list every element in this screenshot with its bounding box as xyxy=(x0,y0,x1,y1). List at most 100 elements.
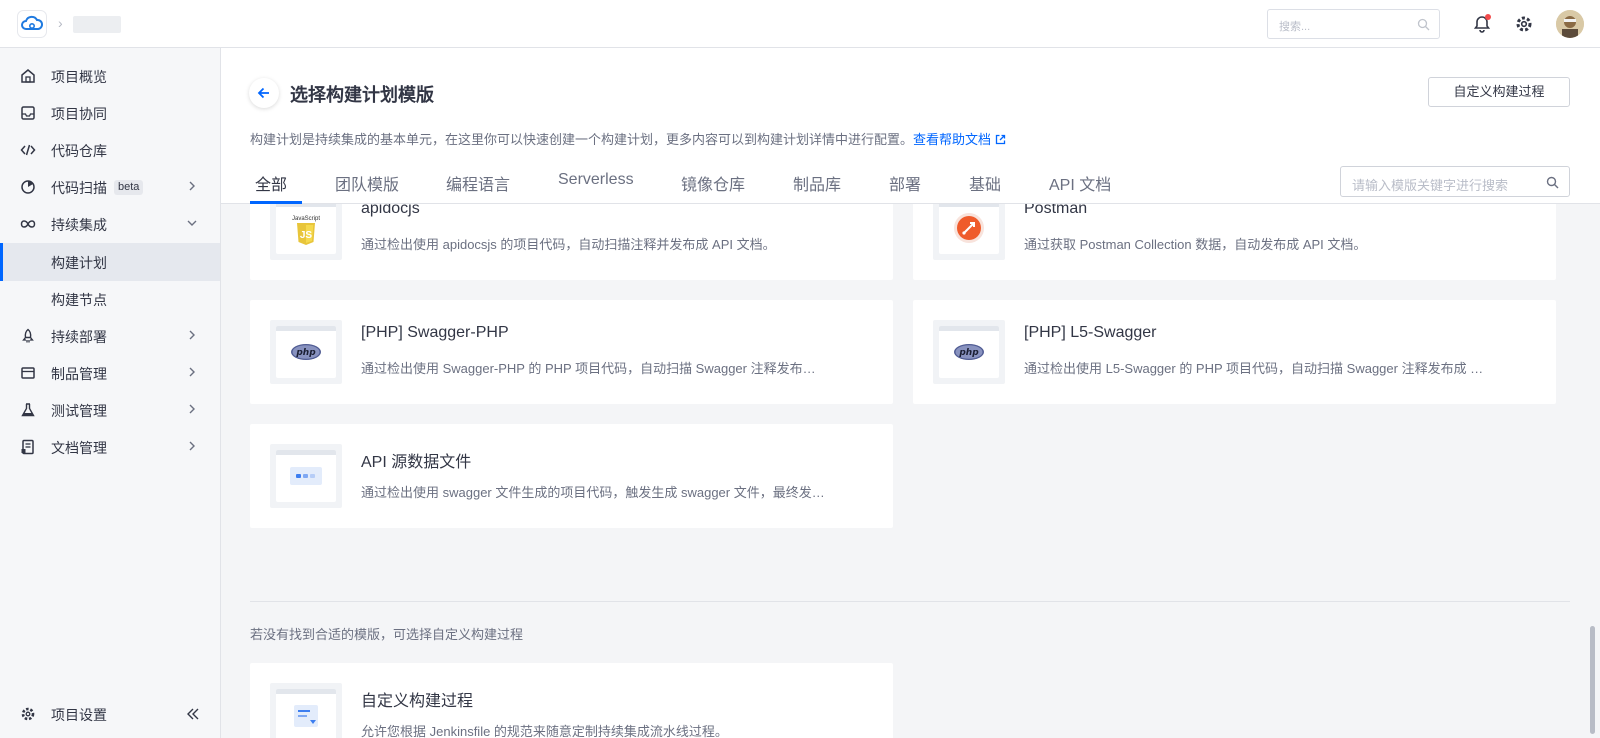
sidebar-item-cd[interactable]: 持续部署 xyxy=(0,317,220,355)
sidebar-item-label: 项目设置 xyxy=(51,707,107,723)
tab-all[interactable]: 全部 xyxy=(255,171,287,195)
php-icon: php xyxy=(291,344,321,360)
search-icon xyxy=(1417,18,1430,31)
template-description: 通过获取 Postman Collection 数据，自动发布成 API 文档。 xyxy=(1024,237,1367,252)
sidebar-item-testing[interactable]: 测试管理 xyxy=(0,391,220,429)
chevron-right-icon xyxy=(189,404,195,414)
template-title: [PHP] Swagger-PHP xyxy=(361,324,509,341)
tab-basic[interactable]: 基础 xyxy=(969,171,1001,195)
sidebar-item-build-node[interactable]: 构建节点 xyxy=(0,280,220,318)
sidebar: 项目概览 项目协同 代码仓库 代码扫描 beta 持续集成 构建计划 构建节点 … xyxy=(0,48,221,738)
custom-build-button[interactable]: 自定义构建过程 xyxy=(1428,77,1570,107)
sidebar-item-label: 构建计划 xyxy=(51,255,107,271)
chevron-right-icon xyxy=(189,367,195,377)
template-search-input[interactable]: 请输入模版关键字进行搜索 xyxy=(1340,166,1570,197)
collapse-sidebar-icon[interactable] xyxy=(185,706,201,722)
search-icon xyxy=(1546,176,1559,189)
sidebar-item-label: 持续集成 xyxy=(51,217,107,233)
tab-image-registry[interactable]: 镜像仓库 xyxy=(681,171,745,195)
rocket-icon xyxy=(22,328,34,343)
breadcrumb-project[interactable] xyxy=(73,16,121,33)
code-icon xyxy=(20,144,36,156)
svg-text:JavaScript: JavaScript xyxy=(292,216,320,222)
template-thumbnail: JavaScript JS xyxy=(270,204,342,260)
sidebar-item-label: 项目协同 xyxy=(51,106,107,122)
chevron-right-icon xyxy=(189,441,195,451)
top-bar: › 搜索... xyxy=(0,0,1600,48)
document-icon xyxy=(21,439,34,455)
svg-text:JS: JS xyxy=(300,230,313,241)
template-description: 通过检出使用 swagger 文件生成的项目代码，触发生成 swagger 文件… xyxy=(361,485,825,500)
page-title: 选择构建计划模版 xyxy=(290,85,434,105)
sidebar-item-label: 文档管理 xyxy=(51,440,107,456)
inbox-icon xyxy=(21,106,35,120)
sidebar-item-build-plan[interactable]: 构建计划 xyxy=(0,243,220,281)
home-icon xyxy=(21,69,35,83)
tab-languages[interactable]: 编程语言 xyxy=(446,171,510,195)
infinity-icon xyxy=(20,220,36,228)
svg-text:php: php xyxy=(295,348,316,358)
sidebar-item-label: 持续部署 xyxy=(51,329,107,345)
template-description: 通过检出使用 Swagger-PHP 的 PHP 项目代码，自动扫描 Swagg… xyxy=(361,361,816,376)
template-description: 通过检出使用 L5-Swagger 的 PHP 项目代码，自动扫描 Swagge… xyxy=(1024,361,1484,376)
template-card-api-source[interactable]: API 源数据文件 通过检出使用 swagger 文件生成的项目代码，触发生成 … xyxy=(250,424,893,528)
breadcrumb-chevron-icon: › xyxy=(58,15,63,31)
scan-icon xyxy=(21,180,35,194)
php-icon: php xyxy=(954,344,984,360)
main-content: 选择构建计划模版 自定义构建过程 构建计划是持续集成的基本单元，在这里你可以快速… xyxy=(221,48,1600,738)
help-doc-link-text: 查看帮助文档 xyxy=(913,132,992,147)
template-card-custom-build[interactable]: 自定义构建过程 允许您根据 Jenkinsfile 的规范来随意定制持续集成流水… xyxy=(250,663,893,738)
template-tabs: 全部 团队模版 编程语言 Serverless 镜像仓库 制品库 部署 基础 A… xyxy=(221,158,1600,204)
sidebar-item-code-repo[interactable]: 代码仓库 xyxy=(0,131,220,169)
gear-icon xyxy=(21,707,35,721)
template-thumbnail: php xyxy=(270,320,342,384)
svg-text:php: php xyxy=(958,348,979,358)
template-title: API 源数据文件 xyxy=(361,454,472,471)
custom-build-icon xyxy=(294,705,318,727)
template-card-l5-swagger[interactable]: php [PHP] L5-Swagger 通过检出使用 L5-Swagger 的… xyxy=(913,300,1556,404)
active-tab-indicator xyxy=(250,201,302,204)
section-divider xyxy=(250,601,1570,602)
javascript-icon: JavaScript JS xyxy=(292,216,320,245)
global-search-input[interactable]: 搜索... xyxy=(1267,9,1440,39)
custom-hint-text: 若没有找到合适的模版，可选择自定义构建过程 xyxy=(250,627,524,642)
sidebar-item-label: 构建节点 xyxy=(51,292,107,308)
sidebar-item-collaboration[interactable]: 项目协同 xyxy=(0,94,220,132)
coding-logo-icon[interactable] xyxy=(17,10,47,38)
user-avatar[interactable] xyxy=(1556,10,1584,38)
beta-badge: beta xyxy=(114,180,144,195)
arrow-left-icon xyxy=(257,87,269,99)
external-link-icon xyxy=(995,134,1006,145)
template-thumbnail xyxy=(270,444,342,508)
sidebar-item-label: 制品管理 xyxy=(51,366,107,382)
tab-serverless[interactable]: Serverless xyxy=(558,171,634,189)
sidebar-item-ci[interactable]: 持续集成 xyxy=(0,205,220,243)
settings-gear-icon[interactable] xyxy=(1514,14,1534,34)
template-thumbnail: php xyxy=(933,320,1005,384)
sidebar-item-code-scan[interactable]: 代码扫描 beta xyxy=(0,168,220,206)
template-thumbnail xyxy=(270,683,342,738)
tab-artifact-repo[interactable]: 制品库 xyxy=(793,171,841,195)
sidebar-item-label: 项目概览 xyxy=(51,69,107,85)
back-button[interactable] xyxy=(249,78,279,108)
description-text: 构建计划是持续集成的基本单元，在这里你可以快速创建一个构建计划，更多内容可以到构… xyxy=(250,132,914,147)
sidebar-item-label: 代码扫描 xyxy=(51,180,107,196)
template-description: 通过检出使用 apidocsjs 的项目代码，自动扫描注释并发布成 API 文档… xyxy=(361,237,776,252)
template-title: apidocjs xyxy=(361,204,420,217)
template-card-postman[interactable]: Postman 通过获取 Postman Collection 数据，自动发布成… xyxy=(913,204,1556,280)
sidebar-item-label: 代码仓库 xyxy=(51,143,107,159)
page-scrollbar[interactable] xyxy=(1590,626,1595,734)
tab-team-templates[interactable]: 团队模版 xyxy=(335,171,399,195)
sidebar-item-artifacts[interactable]: 制品管理 xyxy=(0,354,220,392)
template-card-swagger-php[interactable]: php [PHP] Swagger-PHP 通过检出使用 Swagger-PHP… xyxy=(250,300,893,404)
tab-deploy[interactable]: 部署 xyxy=(889,171,921,195)
template-description: 允许您根据 Jenkinsfile 的规范来随意定制持续集成流水线过程。 xyxy=(361,724,728,738)
template-card-apidocjs[interactable]: JavaScript JS apidocjs 通过检出使用 apidocsjs … xyxy=(250,204,893,280)
notification-dot xyxy=(1485,14,1491,20)
template-search-placeholder: 请输入模版关键字进行搜索 xyxy=(1352,178,1509,193)
sidebar-item-docs[interactable]: 文档管理 xyxy=(0,428,220,466)
sidebar-item-project-settings[interactable]: 项目设置 xyxy=(0,695,220,733)
sidebar-item-overview[interactable]: 项目概览 xyxy=(0,57,220,95)
help-doc-link[interactable]: 查看帮助文档 xyxy=(913,132,1006,147)
tab-api-docs[interactable]: API 文档 xyxy=(1049,171,1111,195)
